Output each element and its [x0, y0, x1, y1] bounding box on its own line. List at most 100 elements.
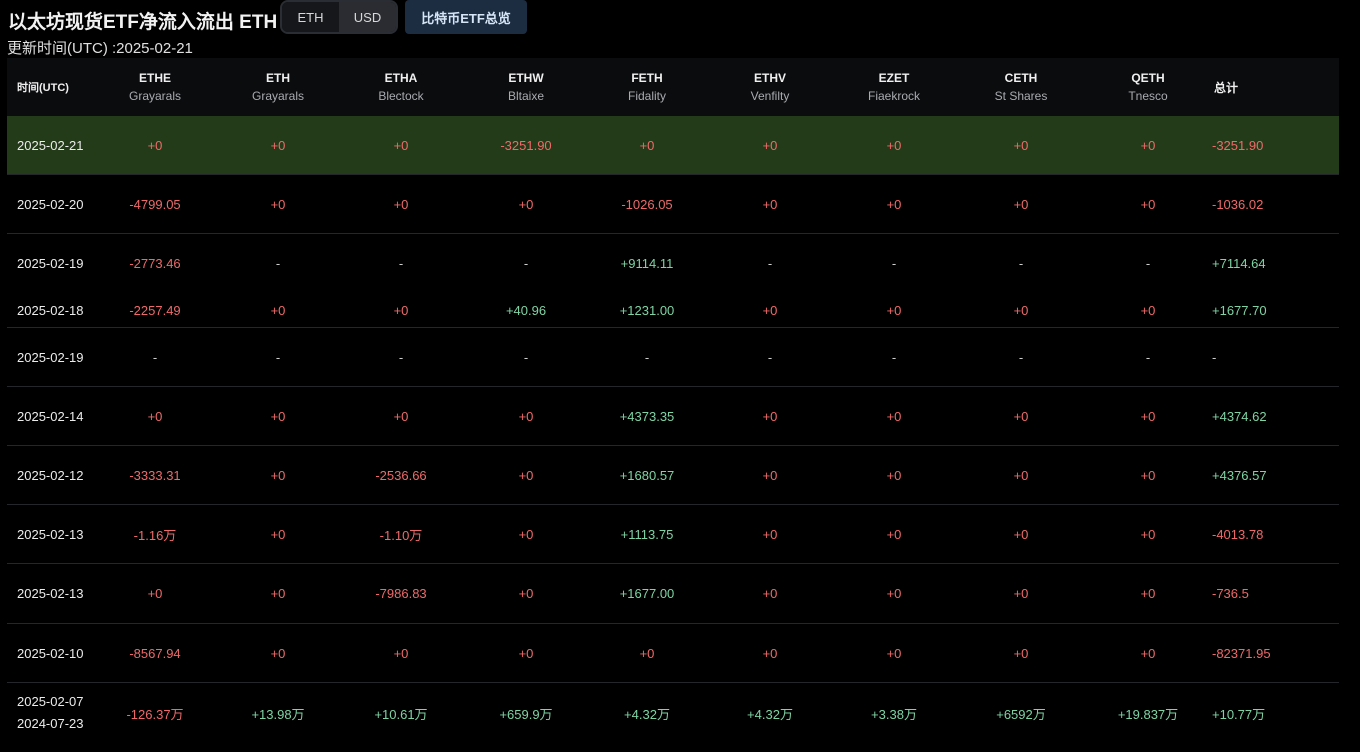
table-row[interactable]: 2025-02-13 -1.16万 +0 -1.10万 +0 +1113.75 +0 +0 +0… — [7, 505, 1339, 564]
eth-toggle-button[interactable]: ETH — [282, 2, 339, 32]
flow-value-feth: +9114.11 — [620, 256, 674, 271]
flow-value-ethw: +0 — [518, 196, 534, 212]
table-row[interactable]: 2025-02-19 - - - - - - - - - - — [7, 328, 1339, 387]
flow-value-ethw: -3251.90 — [500, 137, 552, 153]
flow-value-qeth: +0 — [1140, 586, 1156, 601]
column-ticker: FETH — [631, 71, 663, 85]
row-date: 2025-02-18 — [17, 302, 84, 318]
table-row[interactable]: 2025-02-12 -3333.31 +0 -2536.66 +0 +1680.57 +0… — [7, 446, 1339, 505]
flow-value-ceth: +0 — [1013, 526, 1029, 542]
flow-value-ethe: -1.16万 — [133, 527, 177, 543]
flow-value-ethv: +0 — [762, 408, 778, 424]
flow-value-ethv: +0 — [762, 526, 778, 542]
flow-value-qeth: - — [1145, 349, 1151, 365]
summary-date-end: 2025-02-07 — [17, 694, 84, 709]
table-row[interactable]: 2025-02-14 +0 +0 +0 +0 +4373.35 +0 +0 +0 +0 +4374.… — [7, 387, 1339, 446]
total-column-header: 总计 — [1214, 80, 1239, 95]
flow-value-ethw: +0 — [518, 526, 534, 542]
flow-value-qeth: +0 — [1140, 467, 1156, 483]
unit-toggle: ETH USD — [280, 0, 398, 34]
table-row[interactable]: 2025-02-10 -8567.94 +0 +0 +0 +0 +0 +0 +0 +0 -82371… — [7, 624, 1339, 683]
flow-value-qeth: +0 — [1140, 137, 1156, 153]
column-ticker: ETHW — [508, 71, 544, 85]
flow-value-ethv: +0 — [762, 645, 778, 661]
page-title: 以太坊现货ETF净流入流出 ETH — [8, 12, 278, 33]
row-total: +7114.64 — [1212, 256, 1266, 271]
table-row[interactable]: 2025-02-13 +0 +0 -7986.83 +0 +1677.00 +0 +0 +0 +0… — [7, 564, 1339, 624]
flow-value-etha: -1.10万 — [379, 527, 423, 543]
flow-value-feth: +1677.00 — [619, 586, 675, 601]
cumulative-value-etha: +10.61万 — [374, 706, 428, 722]
summary-date-start: 2024-07-23 — [17, 716, 84, 731]
flow-value-qeth: - — [1145, 256, 1151, 271]
flow-value-ceth: +0 — [1013, 586, 1029, 601]
cumulative-value-qeth: +19.837万 — [1117, 706, 1179, 722]
cumulative-value-feth: +4.32万 — [624, 706, 670, 722]
row-total: -82371.95 — [1212, 645, 1271, 661]
cumulative-value-ethe: -126.37万 — [126, 706, 184, 722]
flow-value-eth: +0 — [270, 526, 286, 542]
column-header-qeth: QETH Tnesco — [1089, 58, 1207, 116]
flow-value-eth: +0 — [270, 196, 286, 212]
flow-value-ceth: +0 — [1013, 645, 1029, 661]
column-issuer: Grayarals — [251, 89, 304, 103]
column-header-eth: ETH Grayarals — [219, 58, 337, 116]
date-column-header: 时间(UTC) — [17, 82, 69, 94]
column-ticker: ETHA — [384, 71, 418, 85]
row-date: 2025-02-13 — [17, 586, 84, 601]
top-bar: 以太坊现货ETF净流入流出 ETH ETH USD 比特币ETF总览 — [0, 0, 1360, 40]
column-issuer: Fiaekrock — [867, 89, 920, 103]
table-row[interactable]: 2025-02-18 -2257.49 +0 +0 +40.96 +1231.00 +0 +0… — [7, 293, 1339, 328]
flow-value-qeth: +0 — [1140, 196, 1156, 212]
flow-value-qeth: +0 — [1140, 526, 1156, 542]
table-row[interactable]: 2025-02-21 +0 +0 +0 -3251.90 +0 +0 +0 +0 +0 -3251.… — [7, 116, 1339, 175]
flow-value-ezet: +0 — [886, 467, 902, 483]
cumulative-value-ethv: +4.32万 — [747, 706, 793, 722]
column-issuer: Fidality — [627, 89, 666, 103]
cumulative-total: +10.77万 — [1212, 706, 1266, 722]
table-row[interactable]: 2025-02-19 -2773.46 - - - +9114.11 - - - - +7114.6… — [7, 234, 1339, 293]
flow-value-ezet: +0 — [886, 645, 902, 661]
table-header-row: 时间(UTC) ETHE Grayarals ETH Grayarals ETHA Blec… — [7, 58, 1339, 116]
flow-value-etha: +0 — [393, 645, 409, 661]
column-header-feth: FETH Fidality — [588, 58, 706, 116]
flow-value-ethw: +0 — [518, 645, 534, 661]
flow-value-eth: +0 — [270, 586, 286, 601]
table-row[interactable]: 2025-02-20 -4799.05 +0 +0 +0 -1026.05 +0 +0 +0 +0… — [7, 175, 1339, 234]
flow-value-eth: +0 — [270, 137, 286, 153]
usd-toggle-button[interactable]: USD — [339, 2, 396, 32]
flow-value-ethv: +0 — [762, 586, 778, 601]
flow-value-feth: +4373.35 — [619, 408, 675, 424]
row-total: +4374.62 — [1212, 408, 1267, 424]
flow-value-ethe: -4799.05 — [129, 196, 181, 212]
flow-value-feth: +1231.00 — [619, 302, 675, 318]
row-date: 2025-02-19 — [17, 256, 84, 271]
flow-value-eth: +0 — [270, 467, 286, 483]
flow-value-qeth: +0 — [1140, 645, 1156, 661]
flow-value-etha: - — [398, 256, 404, 271]
column-header-etha: ETHA Blectock — [342, 58, 460, 116]
flow-value-ethv: - — [767, 349, 773, 365]
row-date: 2025-02-20 — [17, 196, 84, 212]
row-date: 2025-02-14 — [17, 408, 84, 424]
column-ticker: CETH — [1004, 71, 1038, 85]
flow-value-ezet: +0 — [886, 196, 902, 212]
summary-row: 2025-02-07 2024-07-23 -126.37万 +13.98万 +10.6… — [7, 683, 1339, 743]
flow-value-feth: +0 — [639, 645, 655, 661]
flow-value-ethe: -2773.46 — [129, 256, 181, 271]
flow-value-feth: +1113.75 — [620, 526, 674, 542]
row-date: 2025-02-21 — [17, 137, 84, 153]
flow-value-ethw: - — [523, 349, 529, 365]
row-total: +1677.70 — [1212, 302, 1267, 318]
etf-flow-table: 时间(UTC) ETHE Grayarals ETH Grayarals ETHA Blec… — [7, 58, 1339, 743]
btc-etf-overview-button[interactable]: 比特币ETF总览 — [405, 0, 527, 34]
row-total: -736.5 — [1212, 586, 1249, 601]
cumulative-value-ceth: +6592万 — [996, 706, 1046, 722]
flow-value-ezet: +0 — [886, 137, 902, 153]
column-ticker: QETH — [1131, 71, 1165, 85]
row-total: -4013.78 — [1212, 526, 1264, 542]
flow-value-qeth: +0 — [1140, 408, 1156, 424]
flow-value-ethe: -3333.31 — [129, 467, 181, 483]
flow-value-ezet: +0 — [886, 586, 902, 601]
column-issuer: Tnesco — [1128, 89, 1168, 103]
